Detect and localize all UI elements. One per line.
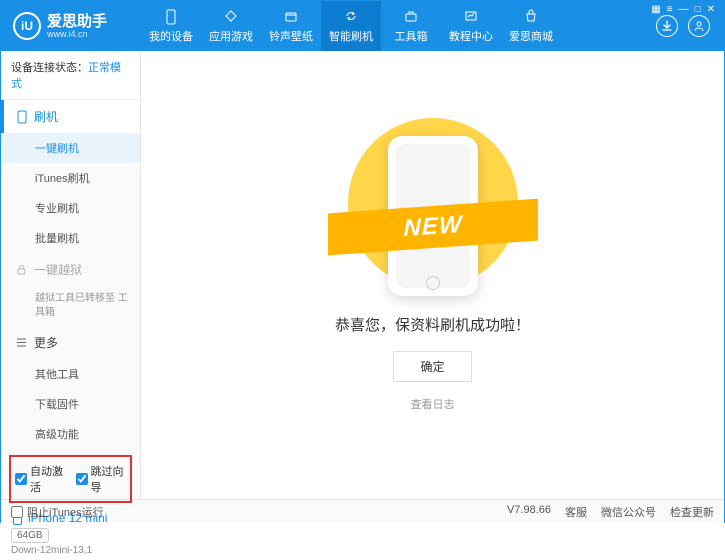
sys-btn[interactable]: ≡ <box>667 4 673 15</box>
sidebar-item[interactable]: iTunes刷机 <box>1 163 140 193</box>
sidebar-item[interactable]: 下载固件 <box>1 389 140 419</box>
view-log-link[interactable]: 查看日志 <box>411 396 455 412</box>
main-nav: 我的设备应用游戏铃声壁纸智能刷机工具箱教程中心爱思商城 <box>141 1 561 51</box>
service-link[interactable]: 客服 <box>565 504 587 520</box>
connection-status: 设备连接状态：正常模式 <box>1 51 140 100</box>
nav-folder[interactable]: 铃声壁纸 <box>261 1 321 51</box>
menu-icon <box>15 336 28 349</box>
sidebar-item[interactable]: 专业刷机 <box>1 193 140 223</box>
maximize-button[interactable]: □ <box>695 4 701 15</box>
minimize-button[interactable]: — <box>679 4 689 15</box>
apps-icon <box>222 8 240 26</box>
nav-refresh[interactable]: 智能刷机 <box>321 1 381 51</box>
sidebar-header-flash[interactable]: 刷机 <box>1 100 140 133</box>
sidebar-item[interactable]: 批量刷机 <box>1 223 140 253</box>
version-label: V7.98.66 <box>507 504 551 520</box>
app-url: www.i4.cn <box>47 29 107 39</box>
options-highlight-box: 自动激活 跳过向导 <box>9 455 132 503</box>
success-message: 恭喜您，保资料刷机成功啦！ <box>335 314 530 335</box>
refresh-icon <box>342 8 360 26</box>
auto-activate-checkbox[interactable]: 自动激活 <box>15 463 66 495</box>
shop-icon <box>522 8 540 26</box>
nav-toolbox[interactable]: 工具箱 <box>381 1 441 51</box>
jailbreak-note: 越狱工具已转移至 工具箱 <box>1 286 140 326</box>
device-sub-label: Down-12mini-13,1 <box>11 545 130 556</box>
check-update-link[interactable]: 检查更新 <box>670 504 714 520</box>
toolbox-icon <box>402 8 420 26</box>
download-button[interactable] <box>656 15 678 37</box>
user-button[interactable] <box>688 15 710 37</box>
sidebar: 设备连接状态：正常模式 刷机 一键刷机iTunes刷机专业刷机批量刷机 一键越狱… <box>1 51 141 499</box>
sys-btn[interactable]: ▦ <box>651 4 660 15</box>
sidebar-item[interactable]: 一键刷机 <box>1 133 140 163</box>
logo-icon: iU <box>13 12 41 40</box>
sidebar-item[interactable]: 高级功能 <box>1 419 140 449</box>
lock-icon <box>15 263 28 276</box>
wechat-link[interactable]: 微信公众号 <box>601 504 656 520</box>
block-itunes-checkbox[interactable]: 阻止iTunes运行 <box>11 504 104 520</box>
nav-phone[interactable]: 我的设备 <box>141 1 201 51</box>
skip-guide-checkbox[interactable]: 跳过向导 <box>76 463 127 495</box>
ok-button[interactable]: 确定 <box>393 351 471 382</box>
sidebar-header-more[interactable]: 更多 <box>1 326 140 359</box>
logo: iU 爱思助手 www.i4.cn <box>1 12 141 40</box>
device-storage: 64GB <box>11 528 49 543</box>
window-controls: ▦ ≡ — □ ✕ <box>651 4 715 15</box>
chart-icon <box>462 8 480 26</box>
nav-apps[interactable]: 应用游戏 <box>201 1 261 51</box>
nav-chart[interactable]: 教程中心 <box>441 1 501 51</box>
folder-icon <box>282 8 300 26</box>
close-button[interactable]: ✕ <box>707 4 715 15</box>
app-title: 爱思助手 <box>47 14 107 29</box>
sidebar-header-jailbreak: 一键越狱 <box>1 253 140 286</box>
nav-shop[interactable]: 爱思商城 <box>501 1 561 51</box>
phone-icon <box>162 8 180 26</box>
main-content: NEW 恭喜您，保资料刷机成功啦！ 确定 查看日志 <box>141 51 724 499</box>
success-illustration: NEW <box>328 118 538 288</box>
titlebar: iU 爱思助手 www.i4.cn 我的设备应用游戏铃声壁纸智能刷机工具箱教程中… <box>1 1 724 51</box>
phone-icon <box>15 110 28 123</box>
sidebar-item[interactable]: 其他工具 <box>1 359 140 389</box>
